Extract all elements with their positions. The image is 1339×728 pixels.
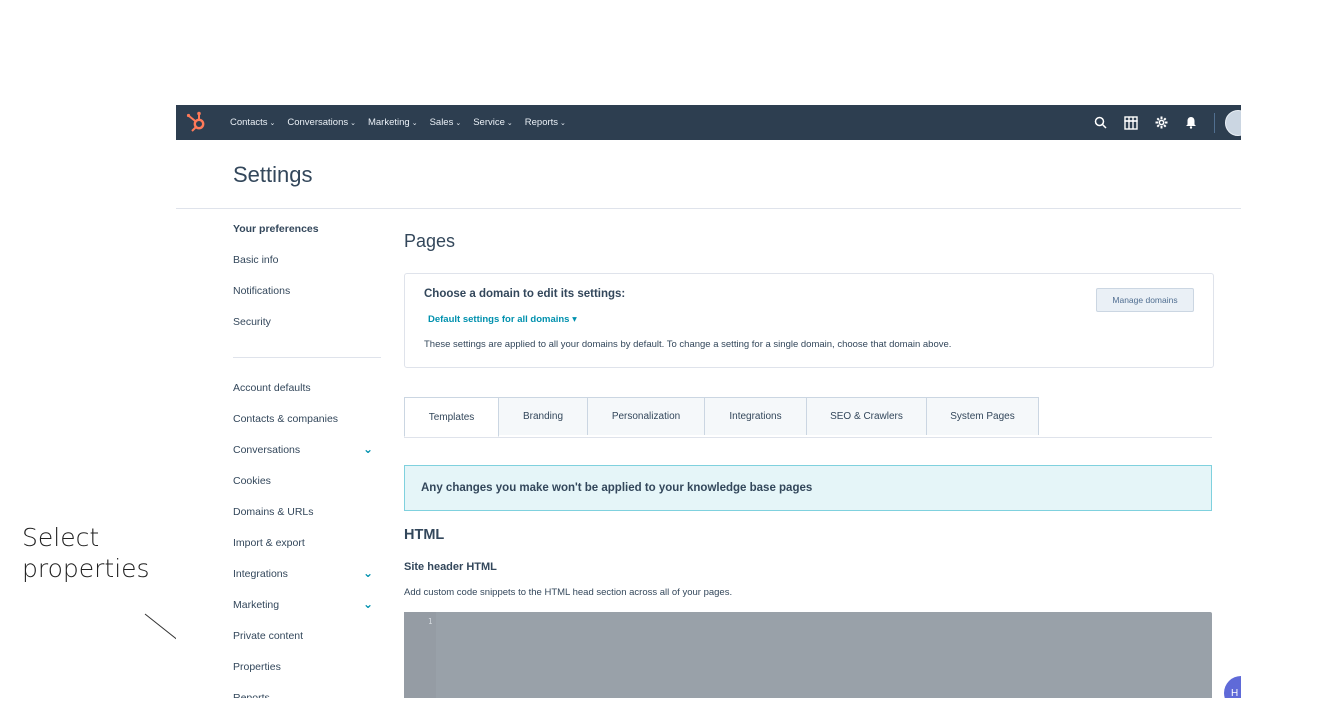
nav-item-label: Reports xyxy=(524,117,559,128)
sidebar-item-private-content[interactable]: Private content xyxy=(233,630,381,661)
marketplace-icon[interactable] xyxy=(1124,115,1138,130)
notifications-bell-icon[interactable] xyxy=(1185,116,1197,129)
nav-item-label: Conversations xyxy=(287,117,349,128)
chevron-down-icon[interactable]: ⌄ xyxy=(363,597,373,611)
code-editor[interactable]: 1 xyxy=(404,612,1212,698)
sidebar-item-label: Properties xyxy=(233,661,281,673)
chevron-down-icon: ⌄ xyxy=(350,120,356,127)
user-avatar[interactable] xyxy=(1225,109,1241,136)
sidebar-item-cookies[interactable]: Cookies xyxy=(233,475,381,506)
annotation-text: Select properties xyxy=(22,522,150,584)
nav-item-contacts[interactable]: Contacts ⌄ xyxy=(230,117,275,128)
tab-personalization[interactable]: Personalization xyxy=(587,397,705,435)
section-title: Pages xyxy=(404,231,456,251)
sidebar-item-label: Contacts & companies xyxy=(233,413,339,425)
domain-selector-panel: Choose a domain to edit its settings: De… xyxy=(404,273,1214,368)
chevron-down-icon[interactable]: ⌄ xyxy=(363,566,373,580)
sidebar-item-label: Notifications xyxy=(233,285,291,297)
search-icon[interactable] xyxy=(1094,116,1107,129)
sidebar-heading-preferences: Your preferences xyxy=(233,223,319,235)
domain-label: Choose a domain to edit its settings: xyxy=(424,288,626,300)
sidebar-item-label: Private content xyxy=(233,630,304,642)
html-heading: HTML xyxy=(404,527,445,543)
domain-description: These settings are applied to all your d… xyxy=(424,339,952,350)
sidebar-item-security[interactable]: Security xyxy=(233,316,381,347)
page-title: Settings xyxy=(233,162,313,187)
settings-sidebar: Your preferences Basic info Notifications… xyxy=(233,223,381,698)
nav-item-label: Service xyxy=(473,117,505,128)
nav-menu: Contacts ⌄ Conversations ⌄ Marketing ⌄ Sales ⌄ S… xyxy=(230,105,578,140)
sidebar-item-label: Marketing xyxy=(233,599,280,611)
sidebar-item-basic-info[interactable]: Basic info xyxy=(233,254,381,285)
sidebar-item-integrations[interactable]: Integrations ⌄ xyxy=(233,566,381,599)
sidebar-item-label: Security xyxy=(233,316,271,328)
sidebar-divider xyxy=(233,357,381,358)
tab-system-pages[interactable]: System Pages xyxy=(926,397,1039,435)
nav-actions xyxy=(1094,105,1241,140)
annotation-line-2: properties xyxy=(22,554,150,583)
manage-domains-button[interactable]: Manage domains xyxy=(1096,288,1194,312)
chevron-down-icon: ⌄ xyxy=(455,120,462,127)
sidebar-item-label: Account defaults xyxy=(233,382,311,394)
sidebar-item-marketing[interactable]: Marketing ⌄ xyxy=(233,597,381,630)
sidebar-item-contacts-and-companies[interactable]: Contacts & companies xyxy=(233,413,381,444)
chevron-down-icon: ⌄ xyxy=(411,120,418,127)
sidebar-item-domains-and-urls[interactable]: Domains & URLs xyxy=(233,506,381,537)
site-header-title: Site header HTML xyxy=(404,561,497,573)
sidebar-item-properties[interactable]: Properties xyxy=(233,661,381,692)
nav-item-sales[interactable]: Sales ⌄ xyxy=(430,117,462,128)
tab-templates[interactable]: Templates xyxy=(404,397,499,437)
chevron-down-icon[interactable]: ⌄ xyxy=(363,442,373,456)
chevron-down-icon: ⌄ xyxy=(269,120,276,127)
nav-item-marketing[interactable]: Marketing ⌄ xyxy=(368,117,418,128)
nav-item-label: Marketing xyxy=(367,117,410,128)
sidebar-item-label: Conversations xyxy=(233,444,301,456)
sidebar-item-label: Import & export xyxy=(233,537,305,549)
sidebar-item-label: Domains & URLs xyxy=(233,506,314,518)
sidebar-item-label: Cookies xyxy=(233,475,271,487)
app-window: Contacts ⌄ Conversations ⌄ Marketing ⌄ Sales ⌄ S… xyxy=(176,105,1241,698)
chevron-down-icon: ⌄ xyxy=(560,120,566,127)
nav-divider xyxy=(1214,112,1215,133)
tab-branding[interactable]: Branding xyxy=(498,397,588,435)
sidebar-item-label: Integrations xyxy=(233,568,288,580)
help-chat-button[interactable]: H xyxy=(1224,676,1241,698)
domain-dropdown[interactable]: Default settings for all domains ▾ xyxy=(428,314,577,325)
sidebar-item-notifications[interactable]: Notifications xyxy=(233,285,381,316)
line-number: 1 xyxy=(428,617,433,626)
sidebar-item-label: Basic info xyxy=(233,254,279,266)
annotation-line-1: Select xyxy=(22,523,100,552)
nav-item-label: Contacts xyxy=(230,117,268,128)
site-header-description: Add custom code snippets to the HTML hea… xyxy=(404,587,733,598)
nav-item-conversations[interactable]: Conversations ⌄ xyxy=(287,117,356,128)
sidebar-item-account-defaults[interactable]: Account defaults xyxy=(233,382,381,413)
top-navigation: Contacts ⌄ Conversations ⌄ Marketing ⌄ Sales ⌄ S… xyxy=(176,105,1241,140)
header-divider xyxy=(176,208,1241,209)
tab-seo-and-crawlers[interactable]: SEO & Crawlers xyxy=(806,397,927,435)
sidebar-item-conversations[interactable]: Conversations ⌄ xyxy=(233,442,381,475)
info-banner: Any changes you make won't be applied to… xyxy=(404,465,1212,511)
chevron-down-icon: ⌄ xyxy=(506,120,513,127)
settings-tabs: Templates Branding Personalization Integrat… xyxy=(404,397,1212,438)
nav-item-reports[interactable]: Reports ⌄ xyxy=(525,117,566,128)
sidebar-item-reports[interactable]: Reports xyxy=(233,692,381,698)
settings-gear-icon[interactable] xyxy=(1155,116,1168,129)
hubspot-logo-icon[interactable] xyxy=(186,111,208,138)
sidebar-item-import-and-export[interactable]: Import & export xyxy=(233,537,381,568)
nav-item-service[interactable]: Service ⌄ xyxy=(473,117,513,128)
tab-integrations[interactable]: Integrations xyxy=(704,397,807,435)
sidebar-item-label: Reports xyxy=(233,692,270,698)
nav-item-label: Sales xyxy=(429,117,454,128)
